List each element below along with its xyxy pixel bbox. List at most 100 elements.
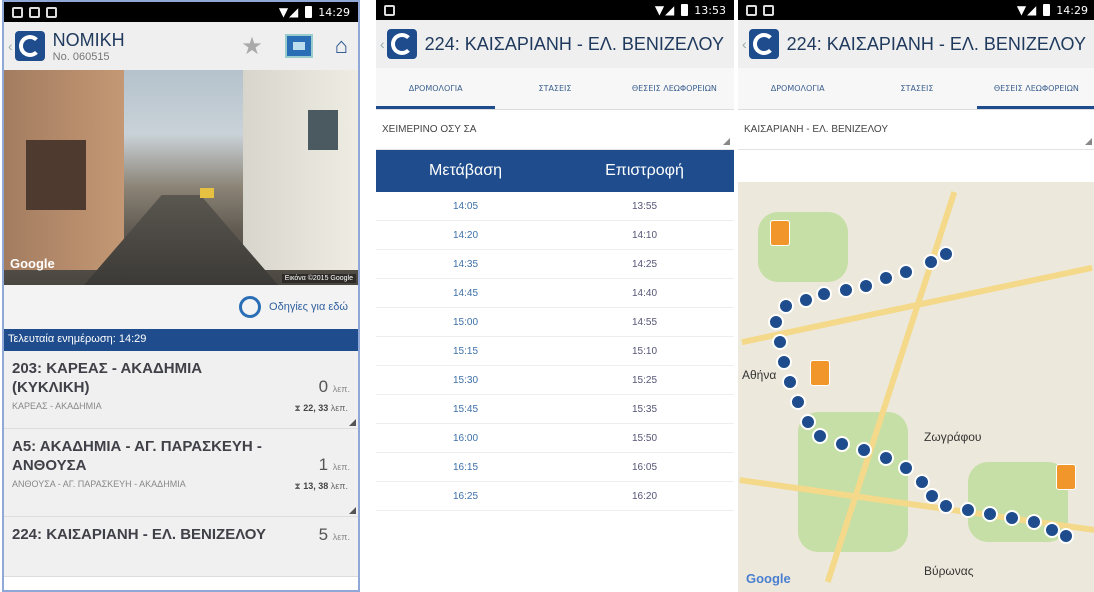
bus-stop-marker[interactable]: [923, 254, 939, 270]
directions-button[interactable]: Οδηγίες για εδώ: [4, 285, 358, 329]
departure-time: 16:00: [452, 432, 479, 444]
route-direction: ΚΑΡΕΑΣ - ΑΚΑΔΗΜΙΑ: [12, 401, 102, 411]
map-screen: ▼◢ 14:29 ‹ 224: ΚΑΙΣΑΡΙΑΝΗ - ΕΛ. ΒΕΝΙΖΕΛ…: [738, 0, 1094, 592]
map-label-zografou: Ζωγράφου: [924, 430, 982, 444]
bus-stop-marker[interactable]: [1058, 528, 1074, 544]
return-header: Επιστροφή: [605, 162, 684, 179]
bus-stop-marker[interactable]: [858, 278, 874, 294]
bus-stop-marker[interactable]: [1026, 514, 1042, 530]
tab-bus-positions[interactable]: ΘΕΣΕΙΣ ΛΕΩΦΟΡΕΙΩΝ: [615, 68, 734, 109]
return-time: 15:50: [631, 432, 658, 444]
bus-stop-marker[interactable]: [800, 414, 816, 430]
bus-stop-marker[interactable]: [914, 474, 930, 490]
bus-stop-marker[interactable]: [898, 460, 914, 476]
return-time: 14:55: [631, 316, 658, 328]
departure-time: 14:35: [452, 258, 479, 270]
bus-stop-marker[interactable]: [798, 292, 814, 308]
arrival-minutes: 5 λεπ.: [318, 525, 350, 544]
schedule-row: 16:25 16:20: [376, 482, 734, 511]
notification-icon: [46, 6, 57, 18]
favorite-star-icon[interactable]: ★: [241, 32, 263, 61]
return-time: 15:10: [631, 345, 658, 357]
map-label-athens: Αθήνα: [742, 368, 777, 382]
bus-stop-marker[interactable]: [982, 506, 998, 522]
tab-schedules[interactable]: ΔΡΟΜΟΛΟΓΙΑ: [738, 68, 857, 109]
app-bar: ‹ 224: ΚΑΙΣΑΡΙΑΝΗ - ΕΛ. ΒΕΝΙΖΕΛΟΥ: [738, 20, 1094, 68]
tab-bar: ΔΡΟΜΟΛΟΓΙΑ ΣΤΑΣΕΙΣ ΘΕΣΕΙΣ ΛΕΩΦΟΡΕΙΩΝ: [738, 68, 1094, 110]
notification-icon: [746, 4, 757, 16]
streetview-icon[interactable]: [284, 34, 313, 58]
stop-name: ΝΟΜΙΚΗ: [52, 29, 125, 50]
return-time: 13:55: [631, 200, 658, 212]
bus-stop-marker[interactable]: [898, 264, 914, 280]
clock: 14:29: [318, 5, 350, 19]
notification-icon: [29, 6, 40, 18]
direction-select-value: ΚΑΙΣΑΡΙΑΝΗ - ΕΛ. ΒΕΝΙΖΕΛΟΥ: [744, 124, 889, 135]
return-time: 14:25: [631, 258, 658, 270]
home-icon[interactable]: ⌂: [335, 33, 348, 59]
bus-position-marker[interactable]: [1056, 464, 1076, 490]
stop-number: No. 060515: [52, 50, 110, 63]
tab-stops[interactable]: ΣΤΑΣΕΙΣ: [857, 68, 976, 109]
bus-stop-marker[interactable]: [790, 394, 806, 410]
app-logo-icon[interactable]: [14, 31, 45, 61]
route-title: 224: ΚΑΙΣΑΡΙΑΝΗ - ΕΛ. ΒΕΝΙΖΕΛΟΥ: [424, 33, 724, 54]
app-logo-icon[interactable]: [386, 29, 417, 59]
clock: 14:29: [1056, 3, 1088, 17]
bus-stop-marker[interactable]: [878, 450, 894, 466]
bus-stop-marker[interactable]: [772, 334, 788, 350]
battery-icon: [681, 4, 689, 16]
bus-stop-marker[interactable]: [938, 498, 954, 514]
bus-stop-marker[interactable]: [778, 298, 794, 314]
arrival-minutes: 1 λεπ.: [318, 455, 350, 474]
schedule-table: 14:05 13:55 14:20 14:10 14:35 14:25 14:45 14:40…: [376, 192, 734, 511]
bus-position-marker[interactable]: [770, 220, 790, 246]
bus-stop-marker[interactable]: [812, 428, 828, 444]
bus-stop-marker[interactable]: [938, 246, 954, 262]
tab-bar: ΔΡΟΜΟΛΟΓΙΑ ΣΤΑΣΕΙΣ ΘΕΣΕΙΣ ΛΕΩΦΟΡΕΙΩΝ: [376, 68, 734, 110]
return-time: 16:05: [631, 461, 658, 473]
tab-schedules[interactable]: ΔΡΟΜΟΛΟΓΙΑ: [376, 68, 496, 109]
bus-stop-marker[interactable]: [1004, 510, 1020, 526]
departure-time: 16:15: [452, 461, 479, 473]
bus-stop-marker[interactable]: [816, 286, 832, 302]
route-map[interactable]: Αθήνα Ζωγράφου Βύρωνας Google: [738, 182, 1094, 592]
route-direction: ΑΝΘΟΥΣΑ - ΑΓ. ΠΑΡΑΣΚΕΥΗ - ΑΚΑΔΗΜΙΑ: [12, 479, 186, 489]
back-icon[interactable]: ‹: [8, 38, 13, 54]
bus-stop-marker[interactable]: [768, 314, 784, 330]
bus-stop-marker[interactable]: [838, 282, 854, 298]
schedule-row: 16:15 16:05: [376, 453, 734, 482]
street-view-image[interactable]: Google Εικόνα ©2015 Google: [4, 70, 358, 285]
bus-stop-marker[interactable]: [776, 354, 792, 370]
back-icon[interactable]: ‹: [742, 36, 747, 52]
battery-icon: [305, 6, 313, 18]
app-logo-icon[interactable]: [748, 29, 779, 59]
bus-stop-marker[interactable]: [960, 502, 976, 518]
back-icon[interactable]: ‹: [380, 36, 385, 52]
status-bar: ▼◢ 14:29: [738, 0, 1094, 20]
schedule-select[interactable]: ΧΕΙΜΕΡΙΝΟ ΟΣΥ ΣΑ: [376, 110, 734, 150]
google-watermark: Google: [746, 571, 791, 586]
bus-stop-marker[interactable]: [834, 436, 850, 452]
direction-select[interactable]: ΚΑΙΣΑΡΙΑΝΗ - ΕΛ. ΒΕΝΙΖΕΛΟΥ: [738, 110, 1094, 150]
bus-stop-marker[interactable]: [924, 488, 940, 504]
bus-position-marker[interactable]: [810, 360, 830, 386]
return-time: 14:10: [631, 229, 658, 241]
tab-stops[interactable]: ΣΤΑΣΕΙΣ: [495, 68, 614, 109]
tab-bus-positions[interactable]: ΘΕΣΕΙΣ ΛΕΩΦΟΡΕΙΩΝ: [976, 68, 1094, 109]
route-list-item[interactable]: Α5: ΑΚΑΔΗΜΙΑ - ΑΓ. ΠΑΡΑΣΚΕΥΗ - ΑΝΘΟΥΣΑ Α…: [4, 429, 358, 517]
outbound-header: Μετάβαση: [428, 162, 503, 179]
bus-stop-marker[interactable]: [878, 270, 894, 286]
status-bar: ▼◢ 13:53: [376, 0, 734, 20]
departure-time: 15:30: [452, 374, 479, 386]
schedule-row: 15:30 15:25: [376, 366, 734, 395]
app-bar: ‹ 224: ΚΑΙΣΑΡΙΑΝΗ - ΕΛ. ΒΕΝΙΖΕΛΟΥ: [376, 20, 734, 68]
bus-stop-marker[interactable]: [782, 374, 798, 390]
bus-stop-marker[interactable]: [856, 442, 872, 458]
status-bar: ▼◢ 14:29: [4, 2, 358, 22]
route-list-item[interactable]: 224: ΚΑΙΣΑΡΙΑΝΗ - ΕΛ. ΒΕΝΙΖΕΛΟΥ 5 λεπ.: [4, 517, 358, 577]
route-list-item[interactable]: 203: ΚΑΡΕΑΣ - ΑΚΑΔΗΜΙΑ (ΚΥΚΛΙΚΗ) ΚΑΡΕΑΣ …: [4, 351, 358, 429]
route-title: Α5: ΑΚΑΔΗΜΙΑ - ΑΓ. ΠΑΡΑΣΚΕΥΗ - ΑΝΘΟΥΣΑ: [12, 438, 262, 474]
expand-corner-icon: [349, 419, 356, 426]
notification-icon: [763, 4, 774, 16]
